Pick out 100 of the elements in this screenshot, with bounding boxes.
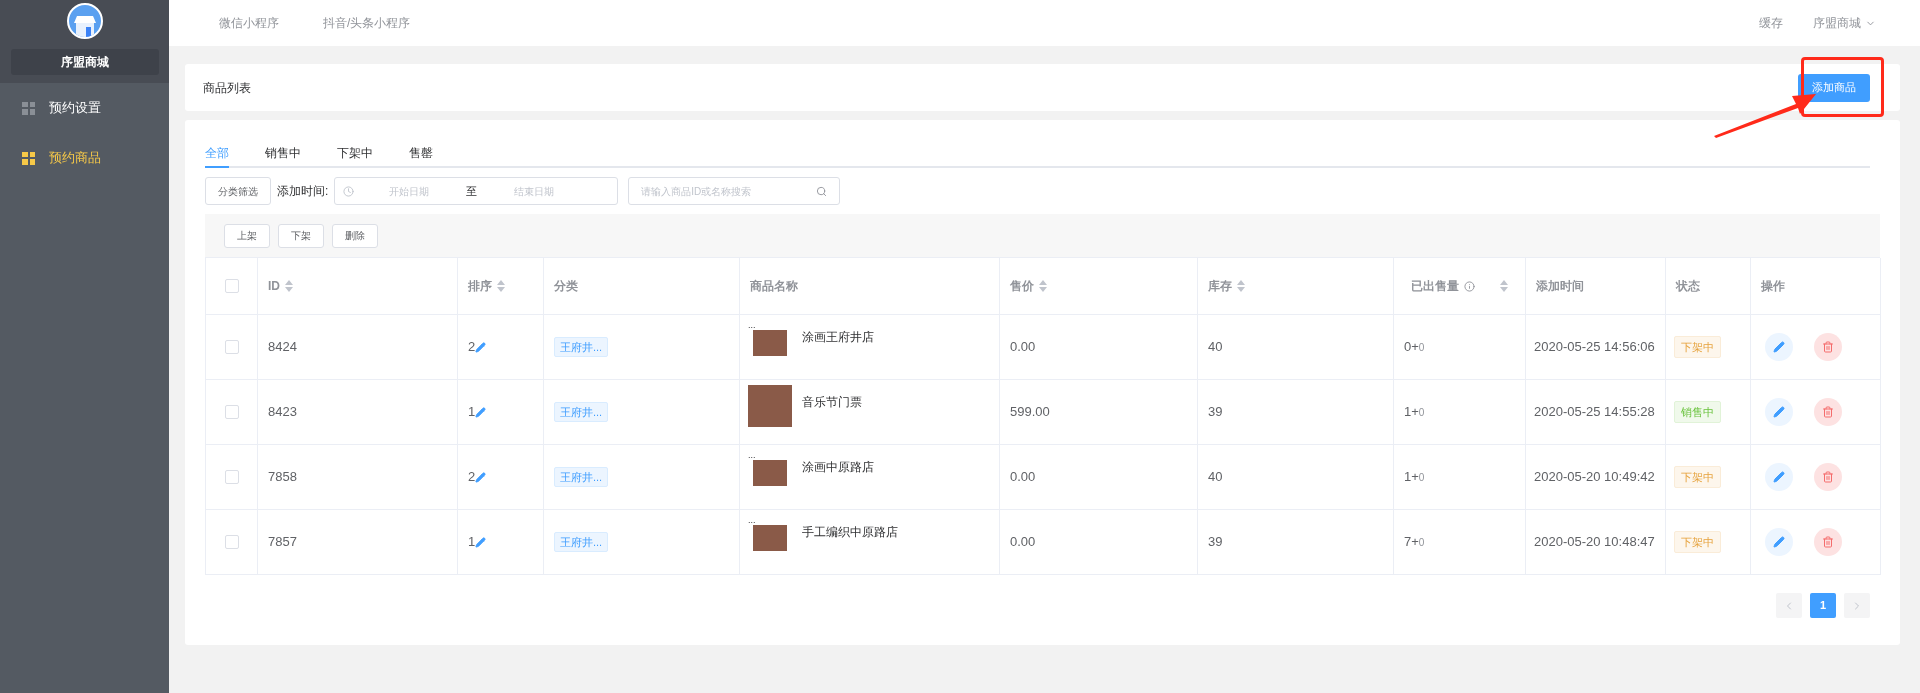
column-header: 售价 bbox=[1010, 278, 1034, 295]
product-name: 音乐节门票 bbox=[802, 394, 862, 411]
product-name: 涂画王府井店 bbox=[802, 329, 874, 346]
delete-button[interactable] bbox=[1814, 333, 1842, 361]
photo-placeholder bbox=[753, 525, 787, 551]
filter-tab[interactable]: 下架中 bbox=[337, 140, 373, 168]
status-tag: 下架中 bbox=[1674, 531, 1721, 553]
edit-button[interactable] bbox=[1765, 398, 1793, 426]
photo-placeholder bbox=[748, 385, 792, 427]
table-cell-text: 2020-05-20 10:48:47 bbox=[1534, 533, 1655, 552]
pencil-icon[interactable] bbox=[475, 406, 487, 418]
category-filter-button[interactable]: 分类筛选 bbox=[205, 177, 271, 205]
image-alt-text: ... bbox=[748, 320, 756, 330]
table-cell-text: 39 bbox=[1208, 533, 1223, 552]
image-alt-text: ... bbox=[748, 450, 756, 460]
table-cell-text: 2020-05-25 14:56:06 bbox=[1534, 338, 1655, 357]
sort-icon[interactable] bbox=[1500, 280, 1508, 292]
delete-button[interactable] bbox=[1814, 398, 1842, 426]
status-tag: 下架中 bbox=[1674, 466, 1721, 488]
grid-icon bbox=[22, 151, 35, 165]
range-separator: 至 bbox=[465, 183, 479, 199]
table-cell-text: 2 bbox=[468, 468, 476, 487]
delete-button[interactable] bbox=[1814, 528, 1842, 556]
column-header: 库存 bbox=[1208, 278, 1232, 295]
trash-icon bbox=[1822, 341, 1834, 353]
page-title: 商品列表 bbox=[203, 79, 251, 97]
trash-icon bbox=[1822, 471, 1834, 483]
column-header: 操作 bbox=[1761, 278, 1785, 295]
filter-tab[interactable]: 售罄 bbox=[409, 140, 433, 168]
pencil-icon bbox=[1773, 406, 1785, 418]
product-name: 手工编织中原路店 bbox=[802, 524, 898, 541]
product-name: 涂画中原路店 bbox=[802, 459, 874, 476]
shop-avatar-icon bbox=[66, 3, 103, 39]
sold-extra-count: 0 bbox=[1418, 535, 1425, 550]
trash-icon bbox=[1822, 406, 1834, 418]
table-cell-text: 0.00 bbox=[1010, 533, 1036, 552]
sold-extra-count: 0 bbox=[1418, 470, 1425, 485]
table-cell-text: 7858 bbox=[268, 468, 297, 487]
column-header: 排序 bbox=[468, 278, 492, 295]
shop-name: 序盟商城 bbox=[10, 49, 159, 75]
table-cell-text: 0.00 bbox=[1010, 468, 1036, 487]
batch-action-button[interactable]: 下架 bbox=[278, 223, 324, 248]
photo-placeholder bbox=[753, 460, 787, 486]
table-cell-text: 2 bbox=[468, 338, 476, 357]
edit-button[interactable] bbox=[1765, 528, 1793, 556]
sold-extra-count: 0 bbox=[1418, 405, 1425, 420]
table-cell-text: 599.00 bbox=[1010, 403, 1050, 422]
sold-count: 1+ bbox=[1404, 468, 1419, 487]
batch-action-button[interactable]: 上架 bbox=[224, 223, 270, 248]
edit-button[interactable] bbox=[1765, 333, 1793, 361]
pencil-icon[interactable] bbox=[475, 536, 487, 548]
clock-icon bbox=[343, 185, 355, 197]
column-header: 已出售量 bbox=[1411, 278, 1459, 295]
table-cell-text: 39 bbox=[1208, 403, 1223, 422]
row-checkbox[interactable] bbox=[224, 279, 239, 293]
image-alt-text: ... bbox=[748, 515, 756, 525]
pencil-icon bbox=[1773, 471, 1785, 483]
status-tag: 销售中 bbox=[1674, 401, 1721, 423]
sidebar-item[interactable]: 预约设置 bbox=[0, 83, 169, 133]
date-label: 添加时间: bbox=[277, 183, 329, 200]
sort-icon[interactable] bbox=[497, 280, 505, 292]
sort-icon[interactable] bbox=[1039, 280, 1047, 292]
grid-icon bbox=[22, 101, 35, 115]
sidebar-item[interactable]: 预约商品 bbox=[0, 133, 169, 183]
pencil-icon bbox=[1773, 536, 1785, 548]
table-cell-text: 40 bbox=[1208, 338, 1223, 357]
table-cell-text: 2020-05-25 14:55:28 bbox=[1534, 403, 1655, 422]
category-tag: 王府井... bbox=[554, 402, 609, 422]
status-tag: 下架中 bbox=[1674, 336, 1721, 358]
row-checkbox[interactable] bbox=[224, 535, 239, 549]
row-checkbox[interactable] bbox=[224, 470, 239, 484]
sold-count: 1+ bbox=[1404, 403, 1419, 422]
row-checkbox[interactable] bbox=[224, 405, 239, 419]
table-cell-text: 0.00 bbox=[1010, 338, 1036, 357]
column-header: 状态 bbox=[1676, 278, 1700, 295]
search-icon[interactable] bbox=[816, 185, 828, 197]
sort-icon[interactable] bbox=[1237, 280, 1245, 292]
photo-placeholder bbox=[753, 330, 787, 356]
column-header: 商品名称 bbox=[750, 278, 798, 295]
table-cell-text: 1 bbox=[468, 403, 476, 422]
sold-extra-count: 0 bbox=[1418, 340, 1425, 355]
row-checkbox[interactable] bbox=[224, 340, 239, 354]
table-cell-text: 8424 bbox=[268, 338, 297, 357]
sort-icon[interactable] bbox=[285, 280, 293, 292]
delete-button[interactable] bbox=[1814, 463, 1842, 491]
column-header: ID bbox=[268, 278, 280, 295]
pencil-icon[interactable] bbox=[475, 471, 487, 483]
table-cell-text: 8423 bbox=[268, 403, 297, 422]
pencil-icon bbox=[1773, 341, 1785, 353]
category-tag: 王府井... bbox=[554, 337, 609, 357]
table-cell-text: 40 bbox=[1208, 468, 1223, 487]
info-icon[interactable] bbox=[1464, 280, 1475, 292]
table-cell-text: 2020-05-20 10:49:42 bbox=[1534, 468, 1655, 487]
column-header: 分类 bbox=[554, 278, 578, 295]
batch-action-button[interactable]: 删除 bbox=[332, 223, 378, 248]
category-tag: 王府井... bbox=[554, 467, 609, 487]
sold-count: 7+ bbox=[1404, 533, 1419, 552]
filter-tab[interactable]: 销售中 bbox=[265, 140, 301, 168]
pencil-icon[interactable] bbox=[475, 341, 487, 353]
edit-button[interactable] bbox=[1765, 463, 1793, 491]
